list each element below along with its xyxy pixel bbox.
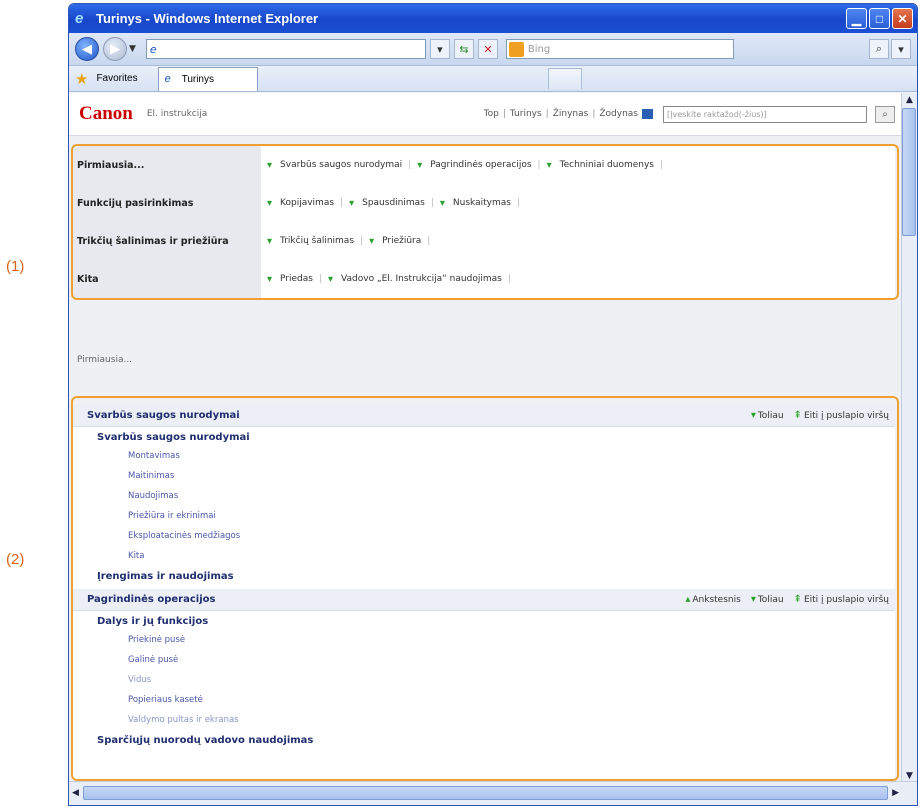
address-bar[interactable]: e <box>145 39 426 59</box>
minimize-button[interactable]: ▁ <box>846 8 867 29</box>
browser-window: e Turinys - Windows Internet Explorer ▁ … <box>68 3 918 806</box>
tab-label: Turinys <box>181 73 214 85</box>
callout-1: (1) <box>6 258 25 275</box>
new-tab-button[interactable] <box>547 68 582 89</box>
search-button[interactable]: ⌕ <box>869 39 889 59</box>
search-options-button[interactable]: ▾ <box>891 39 911 59</box>
horizontal-scrollbar[interactable]: ◀ ▶ <box>69 781 917 805</box>
favorites-bar: ★ Favorites e Turinys <box>69 66 917 92</box>
refresh-button[interactable]: ⇆ <box>453 39 474 59</box>
link-zinynas[interactable]: Žinynas <box>553 109 589 119</box>
window-title: Turinys - Windows Internet Explorer <box>96 11 319 26</box>
canon-logo: Canon <box>79 103 133 124</box>
tab-ie-icon: e <box>164 72 171 85</box>
favorites-star-icon[interactable]: ★ <box>75 70 88 88</box>
title-bar[interactable]: e Turinys - Windows Internet Explorer ▁ … <box>69 4 917 33</box>
stop-button[interactable]: ✕ <box>477 39 498 59</box>
link-turinys[interactable]: Turinys <box>510 109 542 119</box>
back-button[interactable]: ◀ <box>75 37 99 61</box>
vertical-scroll-thumb[interactable] <box>902 108 916 236</box>
page-icon: e <box>149 42 157 56</box>
maximize-button[interactable]: □ <box>869 8 890 29</box>
keyword-search-button[interactable]: ⌕ <box>875 105 895 123</box>
highlight-box-2 <box>71 396 899 781</box>
address-dropdown-button[interactable]: ▾ <box>429 39 450 59</box>
page-content: Canon El. instrukcija Top | Turinys | Žiny… <box>69 93 903 783</box>
address-toolbar: ◀ ▶ ▼ e ▾ ⇆ ✕ Bing ⌕ ▾ <box>69 33 917 66</box>
scroll-down-icon[interactable]: ▼ <box>906 771 913 781</box>
horizontal-scroll-thumb[interactable] <box>83 786 888 800</box>
keyword-search-input[interactable]: [Įveskite raktažod(-žius)] <box>663 105 867 123</box>
tab-turinys[interactable]: e Turinys <box>157 66 258 91</box>
book-icon <box>642 109 653 119</box>
ie-logo-icon: e <box>75 9 84 27</box>
history-dropdown-icon[interactable]: ▼ <box>129 44 136 54</box>
link-top[interactable]: Top <box>484 109 499 119</box>
link-zodynas[interactable]: Žodynas <box>599 109 638 119</box>
callout-2: (2) <box>6 551 25 568</box>
section-label: Pirmiausia... <box>77 355 133 365</box>
scroll-right-icon[interactable]: ▶ <box>892 788 899 798</box>
scroll-left-icon[interactable]: ◀ <box>72 788 79 798</box>
search-placeholder: Bing <box>527 43 551 55</box>
highlight-box-1 <box>71 144 899 300</box>
header-subtitle: El. instrukcija <box>146 109 208 119</box>
scroll-up-icon[interactable]: ▲ <box>906 95 913 105</box>
forward-button[interactable]: ▶ <box>103 37 127 61</box>
search-input[interactable]: Bing <box>505 39 734 59</box>
bing-icon <box>508 41 524 57</box>
favorites-button[interactable]: Favorites <box>96 73 137 84</box>
page-header: Canon El. instrukcija Top | Turinys | Žiny… <box>69 93 903 136</box>
close-button[interactable]: ✕ <box>892 8 913 29</box>
